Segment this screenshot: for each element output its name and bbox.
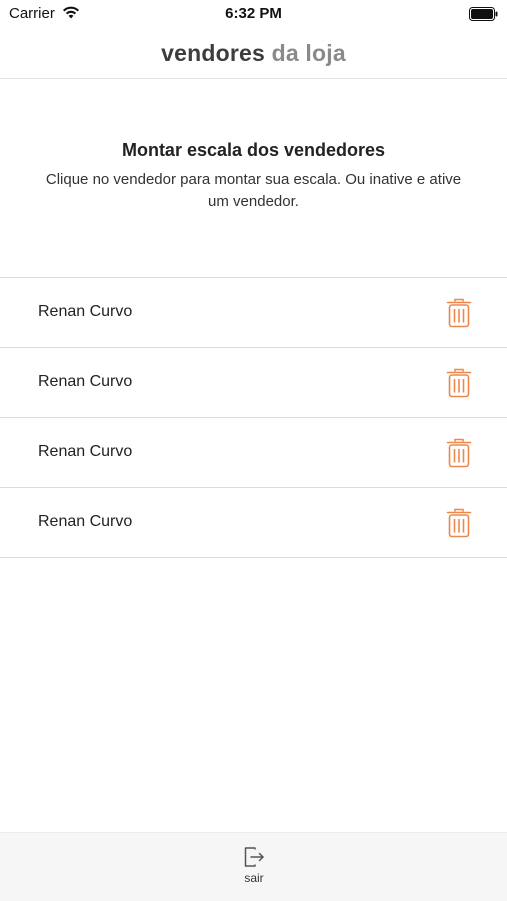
logout-label: sair [244, 871, 264, 885]
intro-section: Montar escala dos vendedores Clique no v… [0, 140, 507, 213]
seller-name: Renan Curvo [38, 443, 133, 460]
clock: 6:32 PM [225, 5, 282, 22]
page-title: vendores da loja [0, 40, 507, 67]
seller-row[interactable]: Renan Curvo [0, 278, 507, 348]
seller-row[interactable]: Renan Curvo [0, 418, 507, 488]
trash-icon[interactable] [446, 368, 472, 398]
page-title-primary: vendores [161, 40, 265, 66]
battery-icon [469, 7, 499, 26]
intro-text: Clique no vendedor para montar sua escal… [45, 171, 462, 210]
seller-name: Renan Curvo [38, 303, 133, 320]
intro-title: Montar escala dos vendedores [121, 140, 386, 160]
seller-row[interactable]: Renan Curvo [0, 488, 507, 558]
seller-list: Renan Curvo Renan Curvo Renan Curvo Rena… [0, 277, 507, 558]
trash-icon[interactable] [446, 298, 472, 328]
seller-name: Renan Curvo [38, 373, 133, 390]
seller-row[interactable]: Renan Curvo [0, 348, 507, 418]
nav-bar: vendores da loja [0, 28, 507, 79]
trash-icon[interactable] [446, 508, 472, 538]
page-title-secondary: da loja [271, 40, 346, 66]
seller-name: Renan Curvo [38, 513, 133, 530]
logout-button[interactable]: sair [223, 845, 285, 895]
logout-icon [242, 845, 266, 869]
status-bar: Carrier 6:32 PM [0, 0, 507, 28]
trash-icon[interactable] [446, 438, 472, 468]
tab-bar: sair [0, 832, 507, 901]
